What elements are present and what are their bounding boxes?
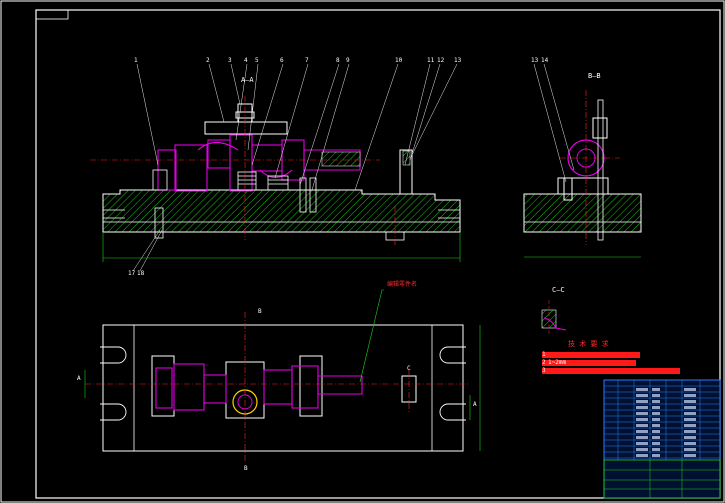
plan-view (84, 289, 481, 462)
cut-label-b-bottom: B (244, 465, 248, 472)
balloon-bb-13: 13 (531, 57, 539, 64)
cut-label-a-right: A (473, 401, 477, 408)
clamp-bridge (204, 121, 288, 135)
balloon-bb-14: 14 (541, 57, 549, 64)
tech-req-bar-3 (542, 368, 680, 374)
tech-req-item-2-num: 2 (542, 359, 546, 366)
balloon-aa-12: 12 (437, 57, 445, 64)
balloon-aa-2: 2 (206, 57, 210, 64)
section-cc-title: C—C (552, 286, 565, 294)
sheet-code-box (35, 9, 69, 20)
balloon-aa-11: 11 (427, 57, 435, 64)
base-plate-plan (102, 324, 464, 452)
balloon-aa-1: 1 (134, 57, 138, 64)
balloon-aa-4: 4 (244, 57, 248, 64)
assembly-drawing (0, 0, 725, 503)
cut-label-b-top: B (258, 308, 262, 315)
balloon-aa-13: 13 (454, 57, 462, 64)
balloon-bottom-18: 18 (137, 270, 145, 277)
balloon-aa-3: 3 (228, 57, 232, 64)
part-name-note: 编辑零件名 (387, 281, 418, 288)
balloon-aa-10: 10 (395, 57, 403, 64)
tech-req-item-3-num: 3 (542, 367, 546, 374)
cut-label-a-left: A (77, 375, 81, 382)
tech-req-title: 技 术 要 求 (568, 340, 609, 348)
base-plate-section (102, 189, 461, 233)
cut-label-c: C (407, 365, 411, 372)
section-aa-view (90, 63, 461, 272)
section-bb-view (523, 63, 642, 258)
tech-req-item-2-text: 1~2mm (548, 359, 567, 366)
balloon-aa-5: 5 (255, 57, 259, 64)
section-cc-view (541, 300, 567, 336)
balloon-aa-8: 8 (336, 57, 340, 64)
tech-req-bar-1 (542, 352, 640, 358)
balloon-aa-6: 6 (280, 57, 284, 64)
section-bb-title: B—B (588, 72, 601, 80)
base-plate-section-bb (523, 193, 642, 233)
section-aa-title: A—A (241, 76, 254, 84)
tech-req-item-1-num: 1 (542, 351, 546, 358)
title-block (603, 379, 721, 499)
balloon-aa-9: 9 (346, 57, 350, 64)
balloon-aa-7: 7 (305, 57, 309, 64)
crankshaft-plan (155, 363, 363, 411)
balloon-bottom-17: 17 (128, 270, 136, 277)
